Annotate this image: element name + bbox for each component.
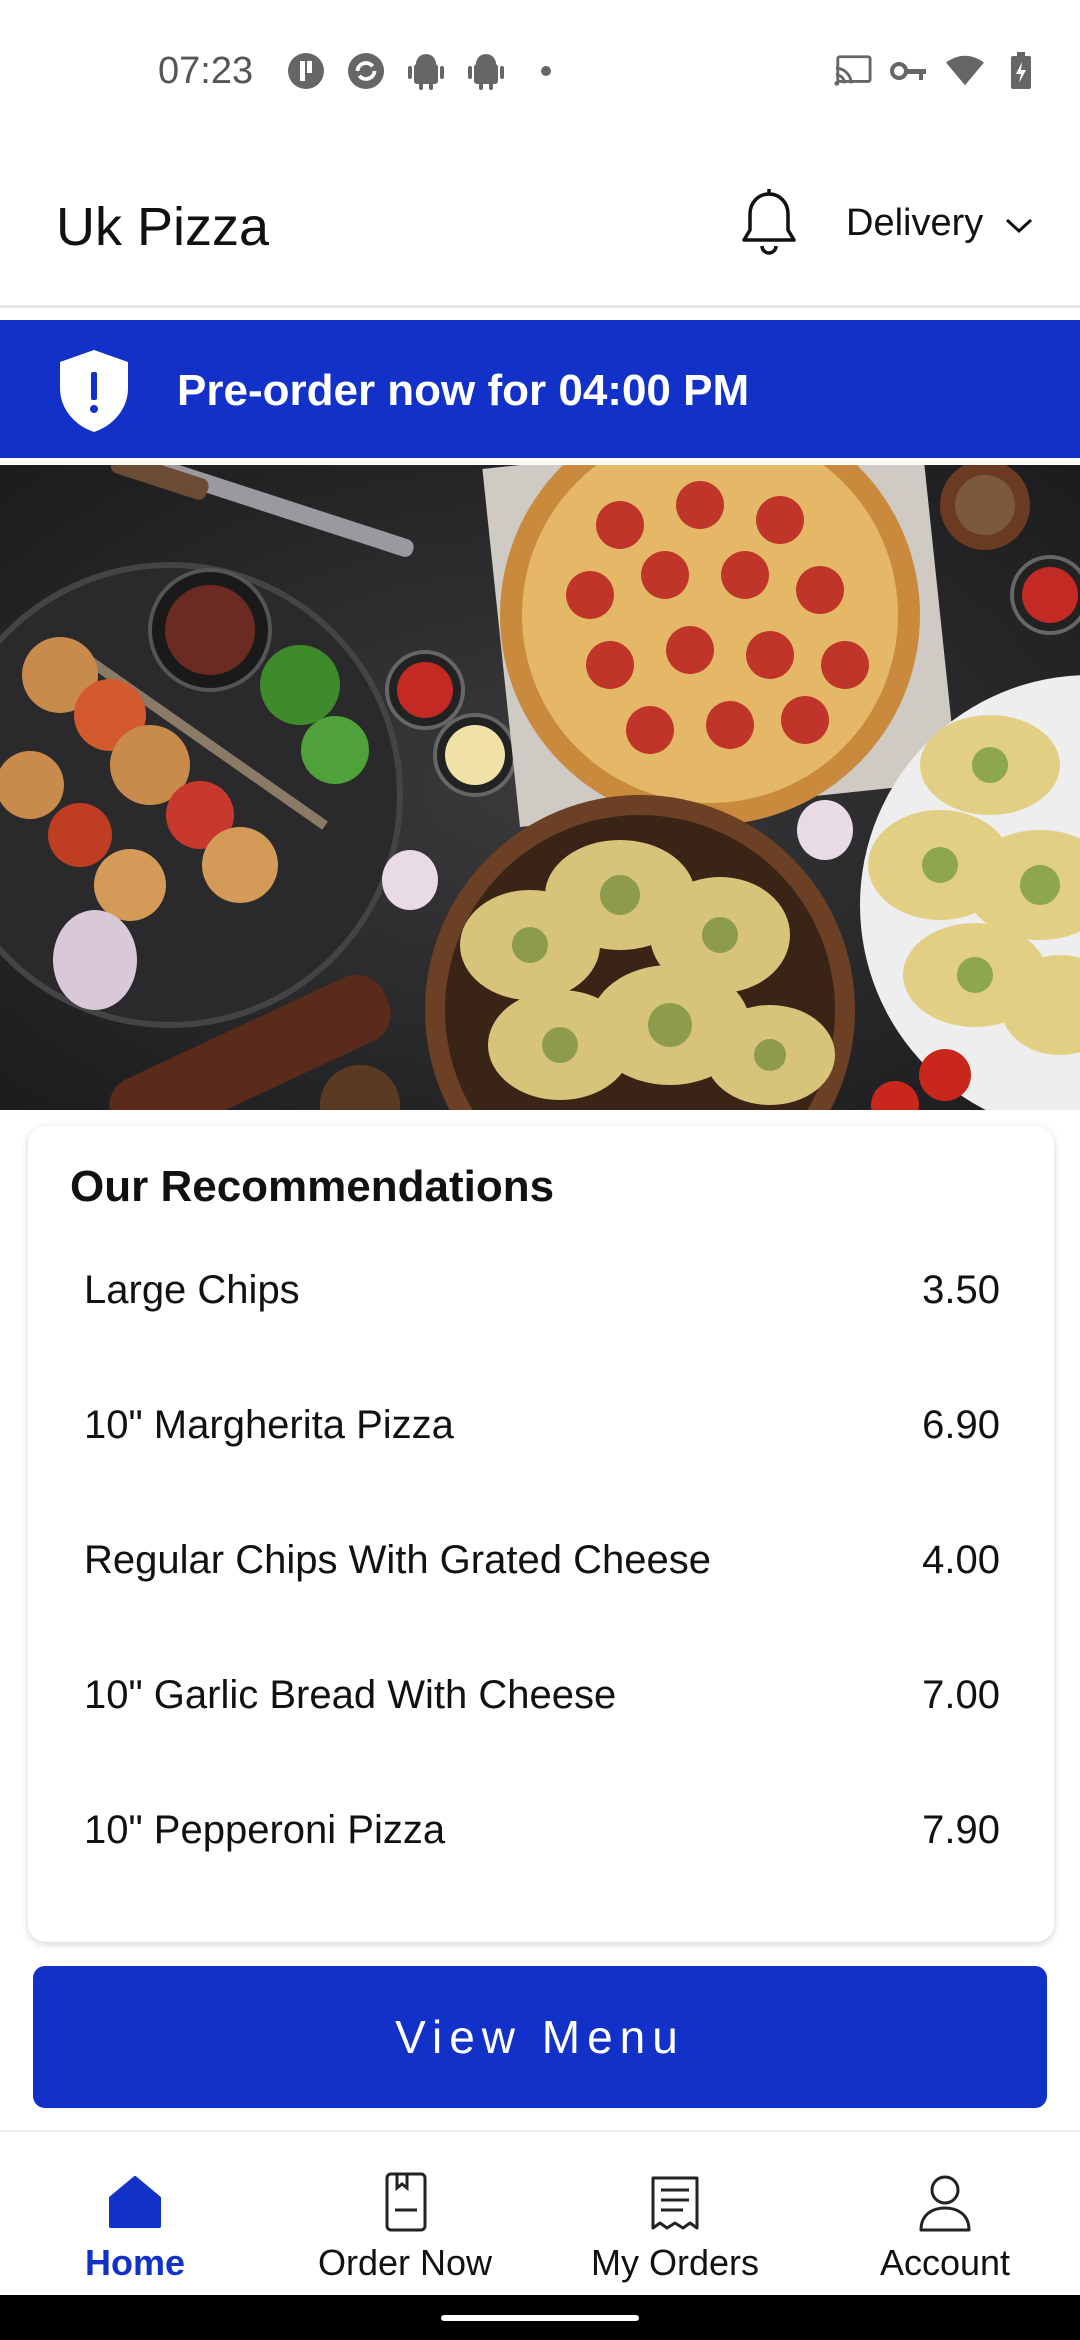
app-notification-icon <box>287 52 325 90</box>
status-bar: 07:23 <box>0 0 1080 150</box>
item-name: 10" Margherita Pizza <box>84 1403 454 1447</box>
item-price: 4.00 <box>922 1538 1000 1582</box>
bottom-navigation: Home Order Now My Orders Account <box>0 2130 1080 2295</box>
recommendations-card: Our Recommendations Large Chips 3.50 10"… <box>28 1126 1054 1942</box>
preorder-banner-text: Pre-order now for 04:00 PM <box>177 366 750 415</box>
nav-item-account[interactable]: Account <box>810 2132 1080 2295</box>
delivery-mode-dropdown[interactable]: Delivery <box>846 202 1033 245</box>
recommendation-item[interactable]: 10" Garlic Bread With Cheese 7.00 <box>84 1651 1000 1786</box>
app-title: Uk Pizza <box>56 197 270 257</box>
nav-item-home[interactable]: Home <box>0 2132 270 2295</box>
recommendation-item[interactable]: 10" Margherita Pizza 6.90 <box>84 1381 1000 1516</box>
nav-item-order-now[interactable]: Order Now <box>270 2132 540 2295</box>
recommendation-item[interactable]: Large Chips 3.50 <box>84 1246 1000 1381</box>
notification-bell-icon[interactable] <box>738 188 800 260</box>
shield-alert-icon <box>56 348 132 434</box>
hero-food-image <box>0 465 1080 1110</box>
recommendations-list: Large Chips 3.50 10" Margherita Pizza 6.… <box>84 1246 1000 1921</box>
receipt-icon <box>651 2176 699 2230</box>
item-name: 10" Pepperoni Pizza <box>84 1808 446 1852</box>
nav-item-my-orders[interactable]: My Orders <box>540 2132 810 2295</box>
nav-label-order-now: Order Now <box>317 2242 493 2283</box>
android-icon <box>407 52 445 90</box>
home-icon <box>109 2176 161 2228</box>
nav-label-home: Home <box>84 2242 186 2283</box>
item-price: 7.00 <box>922 1673 1000 1717</box>
preorder-banner: Pre-order now for 04:00 PM <box>0 320 1080 458</box>
delivery-mode-label: Delivery <box>846 202 984 244</box>
item-name: Large Chips <box>84 1268 300 1312</box>
system-icons <box>834 52 1040 90</box>
recommendations-title: Our Recommendations <box>70 1162 555 1211</box>
nav-label-account: Account <box>879 2242 1011 2283</box>
recommendation-item[interactable]: Regular Chips With Grated Cheese 4.00 <box>84 1516 1000 1651</box>
item-name: Regular Chips With Grated Cheese <box>84 1538 711 1582</box>
chevron-down-icon <box>1005 202 1033 245</box>
vpn-key-icon <box>890 52 928 90</box>
item-price: 3.50 <box>922 1268 1000 1312</box>
sync-notification-icon <box>347 52 385 90</box>
status-time: 07:23 <box>158 50 254 92</box>
nav-label-my-orders: My Orders <box>590 2242 759 2283</box>
more-notifications-dot-icon <box>527 52 565 90</box>
item-price: 7.90 <box>922 1808 1000 1852</box>
notification-icons <box>287 52 565 90</box>
cast-icon <box>834 52 872 90</box>
android-icon-2 <box>467 52 505 90</box>
order-book-icon <box>385 2172 427 2232</box>
battery-charging-icon <box>1002 52 1040 90</box>
system-gesture-bar <box>0 2295 1080 2340</box>
wifi-icon <box>946 52 984 90</box>
person-icon <box>919 2175 971 2232</box>
view-menu-button[interactable]: View Menu <box>33 1966 1047 2108</box>
app-header: Uk Pizza Delivery <box>0 150 1080 308</box>
item-price: 6.90 <box>922 1403 1000 1447</box>
recommendation-item[interactable]: 10" Pepperoni Pizza 7.90 <box>84 1786 1000 1921</box>
home-gesture-handle[interactable] <box>441 2315 639 2321</box>
item-name: 10" Garlic Bread With Cheese <box>84 1673 617 1717</box>
